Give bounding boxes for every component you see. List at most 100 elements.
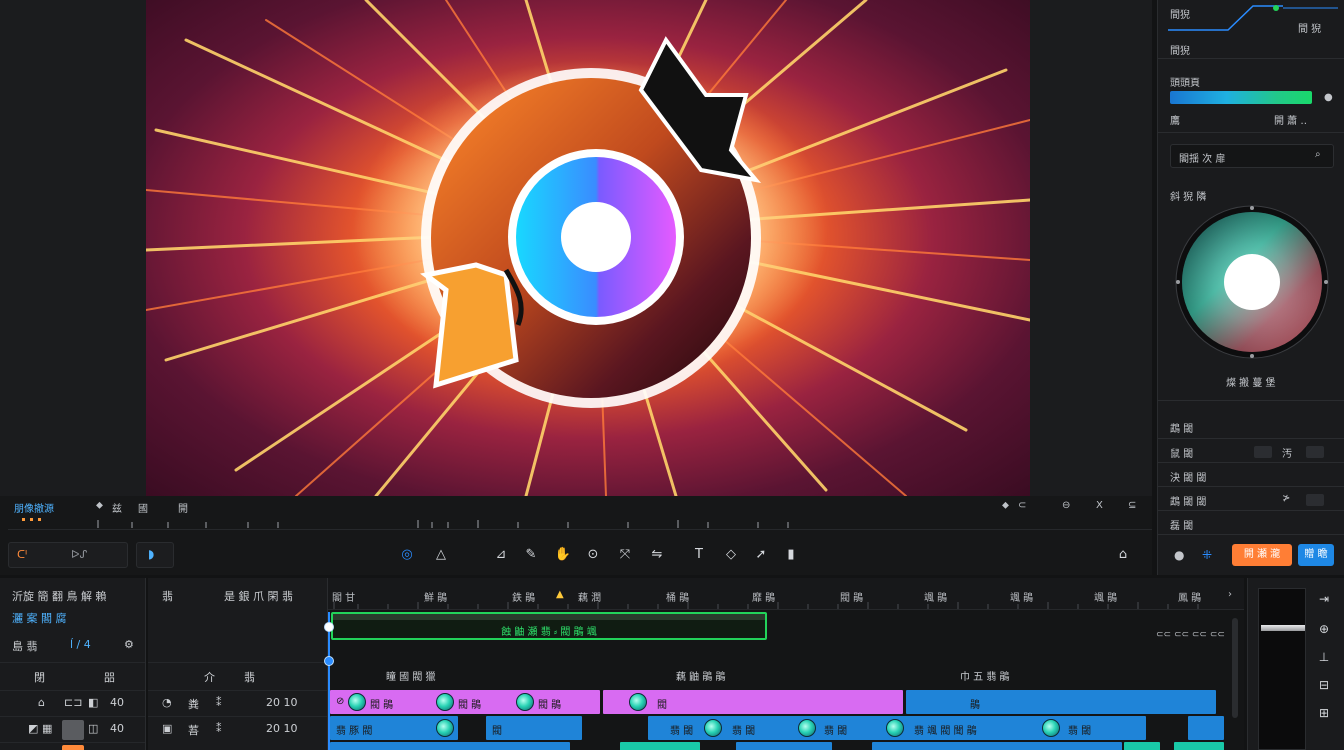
- camera-select[interactable]: ◗: [136, 542, 174, 568]
- hand-icon[interactable]: ✋: [554, 546, 572, 564]
- keyframe[interactable]: [516, 693, 534, 711]
- media-row-a-value[interactable]: ĺ / 4: [70, 638, 91, 651]
- playhead-handle[interactable]: [324, 622, 334, 632]
- trash-icon[interactable]: ▮: [782, 546, 800, 564]
- timeline-scrollbar[interactable]: [1232, 618, 1238, 718]
- add-icon[interactable]: ⊕: [1310, 622, 1338, 636]
- clip-magenta-1[interactable]: ⊘ 閥 鵑 閥 鵑 閥 鵑: [330, 690, 600, 714]
- thumbnail[interactable]: [62, 720, 84, 740]
- timecode-field[interactable]: ᑕᑊ ᐅᔑ: [8, 542, 128, 568]
- viewer-right-label-3[interactable]: ⊖: [1062, 500, 1070, 511]
- keyframe[interactable]: [886, 719, 904, 737]
- clip-teal-1[interactable]: [620, 742, 700, 750]
- clip-label: 閥 鵑: [370, 700, 394, 711]
- keyframe[interactable]: [798, 719, 816, 737]
- timeline-ruler[interactable]: 閣 甘 鮮 鵑 鉄 鵑 ▲ 藕 潤 桶 鵑 靡 鵑 閥 鵑 颯 鵑 颯 鵑 颯 …: [328, 578, 1244, 610]
- export-button[interactable]: 開 瀬 瀧: [1232, 544, 1292, 566]
- viewer-right-label-1[interactable]: ⬥: [1002, 500, 1009, 511]
- media-col-a: 閉: [34, 671, 45, 684]
- keyframe[interactable]: [436, 693, 454, 711]
- track-row-1[interactable]: ◔ 粪 ⁑ 20 10: [148, 690, 327, 716]
- mask-icon[interactable]: △: [432, 546, 450, 564]
- record-button-icon[interactable]: ●: [1174, 548, 1184, 562]
- snap-icon[interactable]: ⁜: [1202, 548, 1212, 562]
- viewer-right-label-5[interactable]: ⊆: [1128, 500, 1136, 511]
- link-icon[interactable]: ⊏⊐: [64, 696, 82, 709]
- preview-canvas[interactable]: [146, 0, 1030, 496]
- shape-icon[interactable]: ◇: [722, 546, 740, 564]
- export-icon[interactable]: ⌂: [1114, 546, 1132, 564]
- marker-clip-header: [333, 614, 765, 620]
- video-icon[interactable]: ▣: [162, 722, 172, 735]
- prop-toggle-2[interactable]: [1254, 446, 1272, 458]
- solo-icon[interactable]: ⁑: [216, 722, 222, 735]
- search-icon[interactable]: ⌕: [1315, 149, 1321, 160]
- keyframe[interactable]: [704, 719, 722, 737]
- clip-blue-1[interactable]: 鵑: [906, 690, 1216, 714]
- keyframe[interactable]: [436, 719, 454, 737]
- thumbnail[interactable]: [62, 745, 84, 750]
- gradient-slider[interactable]: [1170, 91, 1312, 104]
- crop-icon[interactable]: ⊿: [492, 546, 510, 564]
- clip-label: 閥 鵑: [458, 700, 482, 711]
- mute-icon[interactable]: ⁑: [216, 696, 222, 709]
- media-row[interactable]: ◩ ▦ ◫ 40: [0, 716, 145, 742]
- grid-icon[interactable]: ▦: [42, 722, 52, 735]
- eye-icon[interactable]: ◫: [88, 722, 98, 735]
- clip-teal-3[interactable]: [1174, 742, 1224, 750]
- timeline[interactable]: 閣 甘 鮮 鵑 鉄 鵑 ▲ 藕 潤 桶 鵑 靡 鵑 閥 鵑 颯 鵑 颯 鵑 颯 …: [324, 578, 1244, 750]
- gradient-lock-icon[interactable]: ●: [1324, 92, 1333, 103]
- audio-icon[interactable]: ◔: [162, 696, 172, 709]
- viewer-right-label-2[interactable]: ⊂: [1018, 500, 1026, 511]
- keyframe[interactable]: [348, 693, 366, 711]
- marker-clip[interactable]: 蝕 鼬 瀬 翡 ⸗ 閥 鵑 颯: [331, 612, 767, 640]
- media-row[interactable]: [0, 742, 145, 750]
- media-panel-subtitle[interactable]: 灑 案 閣 腐: [12, 610, 67, 626]
- color-wheel[interactable]: [1174, 204, 1330, 360]
- chevron-right-icon[interactable]: ›: [1228, 589, 1232, 600]
- clip-blue-5[interactable]: [1188, 716, 1224, 740]
- collapse-icon[interactable]: ⇥: [1310, 592, 1338, 606]
- clip-blue-4[interactable]: 翡 閾 翡 閾 翡 閾 翡 颯 閥 聞 鵑 翡 閾: [648, 716, 1146, 740]
- playhead-handle[interactable]: [324, 656, 334, 666]
- clip-blue-8[interactable]: [872, 742, 1122, 750]
- lock-icon[interactable]: ◧: [88, 696, 98, 709]
- clip-teal-2[interactable]: [1124, 742, 1160, 750]
- track-row-2[interactable]: ▣ 䓊 ⁑ 20 10: [148, 716, 327, 742]
- media-row[interactable]: ⌂ ⊏⊐ ◧ 40: [0, 690, 145, 716]
- record-icon[interactable]: ◎: [398, 546, 416, 564]
- viewer-right-label-4[interactable]: Ⅹ: [1096, 500, 1103, 511]
- text-icon[interactable]: T: [690, 546, 708, 564]
- playhead[interactable]: [324, 612, 334, 750]
- prop-toggle-2b[interactable]: [1306, 446, 1324, 458]
- keyframe[interactable]: [629, 693, 647, 711]
- zoom-icon[interactable]: ⊙: [584, 546, 602, 564]
- grid-view-icon[interactable]: ⊞: [1310, 706, 1338, 720]
- clip-blue-3[interactable]: 閥: [486, 716, 582, 740]
- arrow-icon[interactable]: ➚: [752, 546, 770, 564]
- transform-icon[interactable]: ⤧: [616, 546, 634, 564]
- gear-icon[interactable]: ⚙: [124, 638, 134, 651]
- viewer-label-c[interactable]: 國: [138, 500, 148, 515]
- prop-toggle-4[interactable]: [1306, 494, 1324, 506]
- inspector-search[interactable]: 閣揺 次 扉 ⌕: [1170, 144, 1334, 168]
- clip-blue-2[interactable]: 翡 豚 閥: [330, 716, 458, 740]
- viewer-source-label: 朋像撤源: [14, 504, 54, 515]
- mirror-icon[interactable]: ⇋: [648, 546, 666, 564]
- split-icon[interactable]: ⊟: [1310, 678, 1338, 692]
- home-icon[interactable]: ⌂: [38, 696, 45, 709]
- ruler-marker-icon[interactable]: ▲: [556, 589, 564, 600]
- prop-label-2: 鼠 閾: [1170, 449, 1194, 460]
- clip-blue-6[interactable]: [330, 742, 570, 750]
- viewer-label-d[interactable]: 開: [178, 500, 188, 515]
- camera-small-icon[interactable]: ◩: [28, 722, 38, 735]
- meter-level[interactable]: [1261, 625, 1305, 631]
- clip-magenta-2[interactable]: 閥: [603, 690, 903, 714]
- clip-blue-7[interactable]: [736, 742, 832, 750]
- align-icon[interactable]: ⊥: [1310, 650, 1338, 664]
- viewer-scrub-strip[interactable]: [8, 516, 1152, 530]
- share-button[interactable]: 贈 瞻: [1298, 544, 1334, 566]
- keyframe[interactable]: [1042, 719, 1060, 737]
- pen-icon[interactable]: ✎: [522, 546, 540, 564]
- viewer-label-b[interactable]: 兹: [112, 500, 122, 515]
